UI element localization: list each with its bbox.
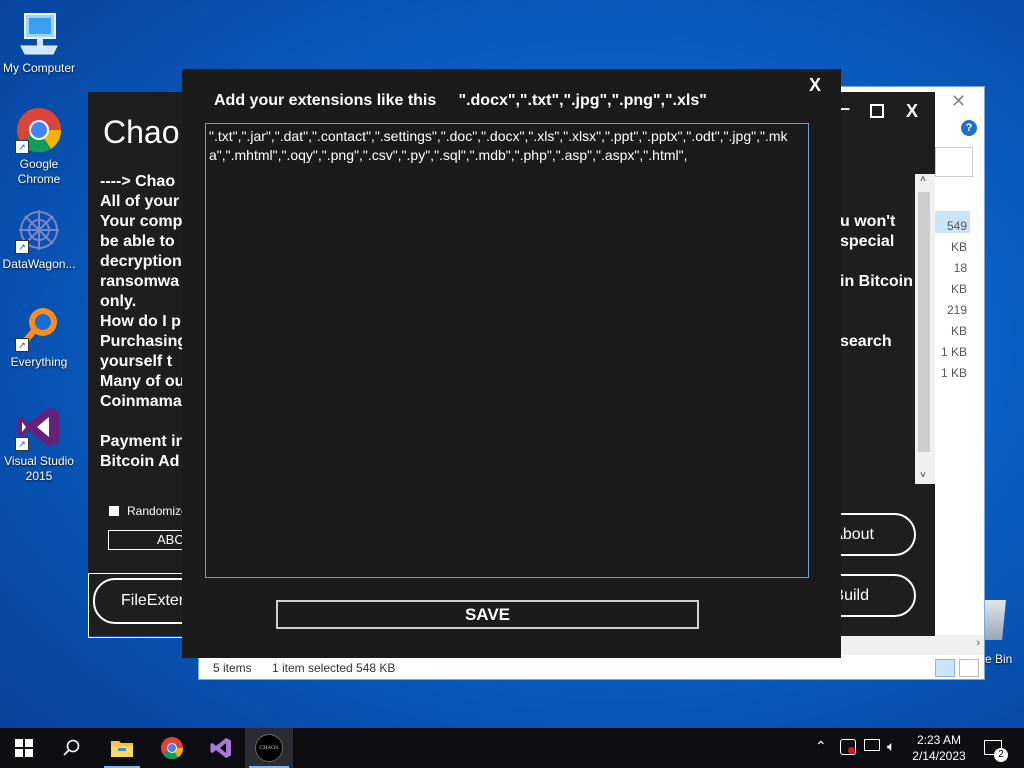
- desktop-icon-label: e Bin: [985, 652, 1013, 666]
- desktop-icon-visual-studio[interactable]: ↗ Visual Studio 2015: [0, 403, 78, 484]
- note-line: Many of ou: [100, 373, 185, 390]
- clock-date: 2/14/2023: [912, 749, 966, 763]
- desktop-icon-label: DataWagon...: [2, 257, 76, 271]
- close-icon[interactable]: ✕: [951, 91, 966, 112]
- computer-icon: [15, 10, 63, 58]
- clock-time: 2:23 AM: [916, 733, 962, 747]
- alert-badge-icon: [848, 747, 855, 754]
- dialog-close-button[interactable]: X: [809, 75, 821, 96]
- desktop-icon-label: Visual Studio 2015: [4, 454, 74, 483]
- start-button[interactable]: [0, 728, 48, 768]
- extensions-dialog: Add your extensions like this ".docx",".…: [182, 69, 841, 658]
- desktop-icon-everything[interactable]: ↗ Everything: [0, 304, 78, 370]
- windows-logo-icon: [15, 739, 33, 757]
- note-line: Coinmama: [100, 393, 182, 410]
- chrome-icon: [161, 737, 184, 760]
- taskbar-chaos-builder[interactable]: CHAOS: [245, 728, 293, 768]
- chaos-app-icon: CHAOS: [255, 734, 283, 762]
- extensions-textarea[interactable]: ".txt",".jar",".dat",".contact",".settin…: [205, 123, 809, 578]
- search-input[interactable]: [935, 147, 973, 177]
- datawagon-icon: ↗: [15, 206, 63, 254]
- desktop-icon-google-chrome[interactable]: ↗ Google Chrome: [0, 106, 78, 187]
- note-line: ransomwa: [100, 273, 180, 290]
- randomize-checkbox[interactable]: [109, 506, 119, 516]
- file-size-column: 549 KB 18 KB 219 KB 1 KB 1 KB: [935, 216, 967, 384]
- chrome-icon: ↗: [15, 106, 63, 154]
- note-line: be able to: [100, 233, 175, 250]
- file-size: 1 KB: [940, 366, 967, 380]
- desktop-icon-label: Google Chrome: [17, 157, 61, 186]
- note-line: [100, 412, 187, 432]
- status-bar: 5 items 1 item selected 548 KB: [199, 657, 984, 679]
- file-size: 549 KB: [946, 219, 967, 254]
- minimize-icon[interactable]: –: [840, 98, 850, 119]
- note-line: Payment in: [100, 433, 186, 450]
- taskbar-file-explorer[interactable]: [98, 728, 146, 768]
- folder-icon: [111, 741, 133, 757]
- close-icon[interactable]: X: [906, 101, 918, 122]
- note-line: Bitcoin Ad: [100, 453, 180, 470]
- search-icon: [63, 739, 80, 756]
- scroll-right-icon[interactable]: ›: [976, 637, 980, 649]
- desktop-icon-label: My Computer: [2, 61, 76, 75]
- note-line: ----> Chao: [100, 173, 176, 190]
- desktop-icon-datawagon[interactable]: ↗ DataWagon...: [0, 206, 78, 272]
- file-size: 18 KB: [950, 261, 967, 296]
- status-item-count: 5 items: [213, 661, 252, 675]
- volume-icon[interactable]: 🔈︎: [887, 738, 895, 755]
- scroll-down-icon[interactable]: ˅: [920, 470, 926, 481]
- note-line: Purchasing: [100, 333, 188, 350]
- details-view-icon[interactable]: [935, 659, 955, 677]
- note-line: Your comp: [100, 213, 183, 230]
- clock[interactable]: 2:23 AM 2/14/2023: [906, 732, 972, 764]
- file-size: 1 KB: [940, 345, 967, 359]
- scroll-up-icon[interactable]: ˄: [920, 174, 926, 185]
- network-icon[interactable]: [864, 739, 880, 751]
- note-line: yourself t: [100, 353, 173, 370]
- desktop-icon-my-computer[interactable]: My Computer: [0, 10, 78, 76]
- file-size: 219 KB: [946, 303, 967, 338]
- save-button[interactable]: SAVE: [276, 600, 699, 629]
- visual-studio-icon: ↗: [15, 403, 63, 451]
- note-line: How do I p: [100, 313, 181, 330]
- large-icons-view-icon[interactable]: [959, 659, 979, 677]
- desktop-icon-label: Everything: [10, 355, 68, 369]
- abc-label: ABC: [157, 532, 184, 547]
- taskbar: CHAOS ⌃ 🔈︎ 2:23 AM 2/14/2023 2: [0, 728, 1024, 768]
- chevron-up-icon[interactable]: ⌃: [815, 738, 827, 755]
- vertical-scrollbar[interactable]: ˄ ˅: [915, 174, 935, 484]
- scrollbar-thumb[interactable]: [918, 192, 930, 452]
- magnifier-icon: ↗: [15, 304, 63, 352]
- visual-studio-icon: [210, 738, 231, 758]
- search-button[interactable]: [48, 728, 96, 768]
- taskbar-chrome[interactable]: [148, 728, 196, 768]
- dialog-title: Add your extensions like this ".docx",".…: [214, 92, 707, 109]
- ransom-note-text: ----> Chao All of your Your comp be able…: [100, 172, 187, 472]
- taskbar-visual-studio[interactable]: [197, 728, 245, 768]
- randomize-label: Randomize: [127, 504, 188, 518]
- status-selection: 1 item selected 548 KB: [272, 661, 396, 675]
- maximize-icon[interactable]: [870, 104, 884, 118]
- notification-count-badge: 2: [994, 748, 1008, 762]
- note-line: only.: [100, 293, 137, 310]
- note-line: decryption: [100, 253, 182, 270]
- builder-title: Chao: [103, 114, 180, 150]
- abc-button[interactable]: ABC: [108, 530, 190, 550]
- note-line: All of your: [100, 193, 180, 210]
- file-extensions-label: FileExten: [121, 592, 188, 609]
- help-icon[interactable]: ?: [961, 120, 977, 136]
